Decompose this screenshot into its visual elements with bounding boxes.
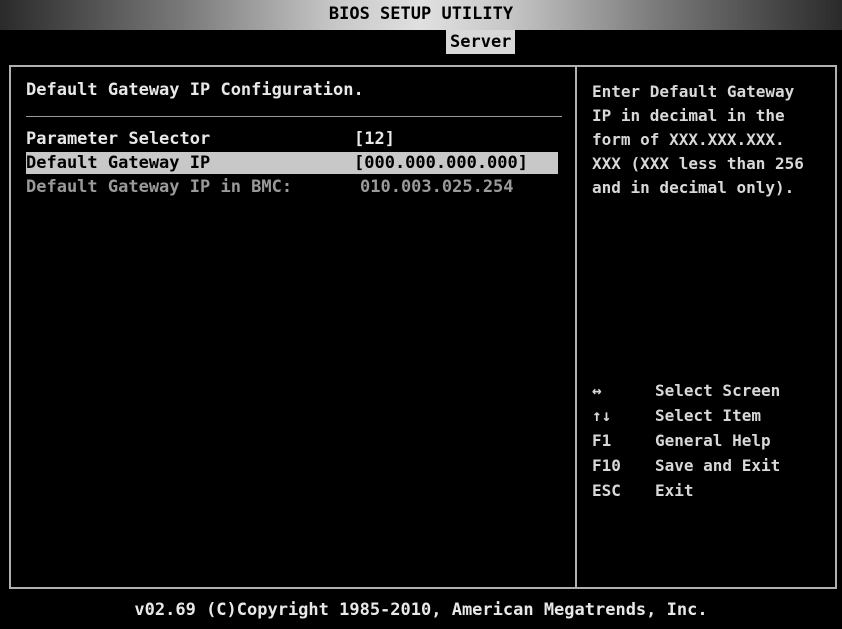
- key-name: F1: [592, 431, 612, 450]
- key-desc: General Help: [655, 431, 771, 450]
- tab-server[interactable]: Server: [446, 30, 516, 54]
- default-gateway-ip-value[interactable]: [000.000.000.000]: [354, 152, 528, 174]
- default-gateway-ip-row[interactable]: Default Gateway IP [000.000.000.000]: [26, 152, 558, 174]
- bmc-gateway-ip-value: 010.003.025.254: [360, 177, 514, 197]
- parameter-selector-value[interactable]: [12]: [354, 128, 395, 150]
- section-title: Default Gateway IP Configuration.: [26, 80, 364, 100]
- key-name: F10: [592, 456, 621, 475]
- bmc-gateway-ip-row: Default Gateway IP in BMC: 010.003.025.2…: [26, 176, 558, 198]
- key-legend-row: F1 General Help: [592, 428, 832, 453]
- parameter-selector-label: Parameter Selector: [26, 129, 211, 149]
- left-right-arrow-icon: ↔: [592, 381, 602, 400]
- parameter-selector-row[interactable]: Parameter Selector [12]: [26, 128, 558, 150]
- copyright-footer: v02.69 (C)Copyright 1985-2010, American …: [134, 600, 708, 620]
- default-gateway-ip-label: Default Gateway IP: [26, 153, 211, 173]
- panel-divider: [575, 65, 577, 589]
- key-desc: Select Item: [655, 406, 761, 425]
- key-desc: Select Screen: [655, 381, 781, 400]
- key-legend-row: F10 Save and Exit: [592, 453, 832, 478]
- utility-title: BIOS SETUP UTILITY: [328, 4, 514, 24]
- title-bar: BIOS SETUP UTILITY: [0, 0, 842, 30]
- section-divider: [26, 116, 562, 117]
- key-legend-row: ↔ Select Screen: [592, 378, 832, 403]
- key-desc: Exit: [655, 481, 694, 500]
- key-name: ESC: [592, 481, 621, 500]
- key-legend-row: ESC Exit: [592, 478, 832, 503]
- key-legend: ↔ Select Screen ↑↓ Select Item F1 Genera…: [592, 378, 832, 503]
- up-down-arrow-icon: ↑↓: [592, 406, 612, 425]
- main-panel: Default Gateway IP Configuration.: [26, 80, 566, 106]
- help-text: Enter Default Gateway IP in decimal in t…: [592, 82, 804, 197]
- key-legend-row: ↑↓ Select Item: [592, 403, 832, 428]
- key-desc: Save and Exit: [655, 456, 781, 475]
- bmc-gateway-ip-label: Default Gateway IP in BMC:: [26, 177, 293, 197]
